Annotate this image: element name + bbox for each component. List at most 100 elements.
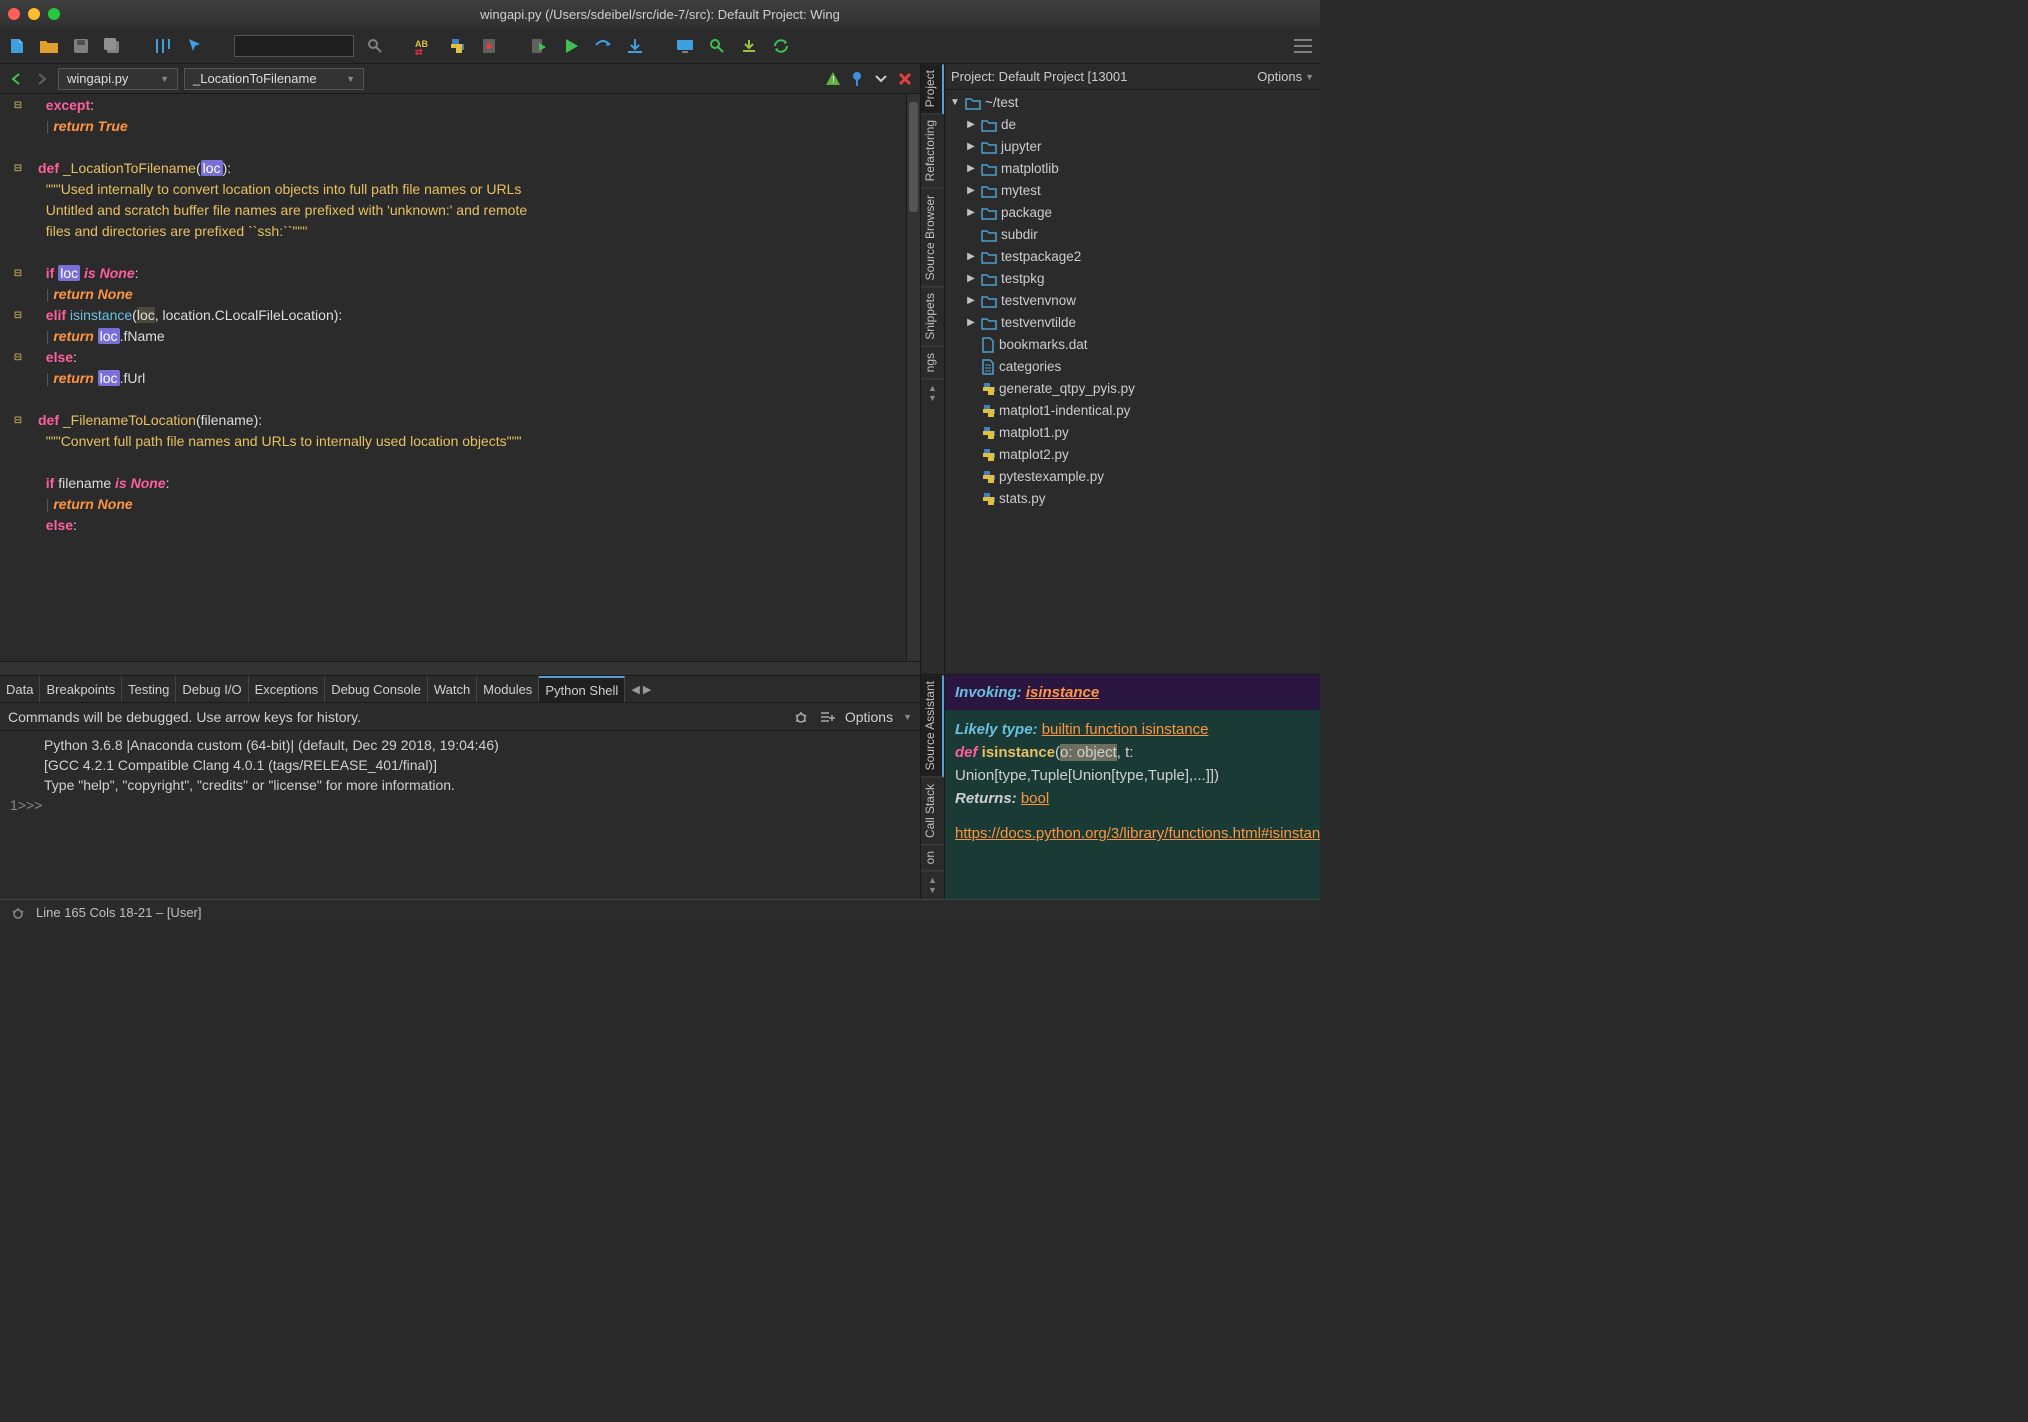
python-icon[interactable] (446, 35, 468, 57)
open-folder-icon[interactable] (38, 35, 60, 57)
search-input[interactable] (234, 35, 354, 57)
disclosure-icon[interactable]: ▶ (965, 202, 977, 224)
shell-toolbar: Commands will be debugged. Use arrow key… (0, 703, 920, 731)
tree-item[interactable]: ▶matplotlib (949, 158, 1316, 180)
vtab-call-stack[interactable]: Call Stack (921, 778, 944, 845)
tree-item[interactable]: ▶ testpkg (949, 268, 1316, 290)
folder-icon (981, 140, 997, 154)
code-editor[interactable]: ⊟⊟⊟⊟⊟⊟ except: | return True def _Locati… (0, 94, 920, 661)
tree-item[interactable]: generate_qtpy_pyis.py (949, 378, 1316, 400)
tree-item[interactable]: bookmarks.dat (949, 334, 1316, 356)
assist-returns-link[interactable]: bool (1021, 790, 1049, 807)
warning-icon[interactable]: ! (824, 70, 842, 88)
editor-horizontal-scrollbar[interactable] (0, 661, 920, 675)
disclosure-icon[interactable]: ▶ (965, 268, 977, 290)
disclosure-icon[interactable]: ▶ (965, 290, 977, 312)
vtab-refactoring[interactable]: Refactoring (921, 114, 944, 188)
pin-icon[interactable] (848, 70, 866, 88)
vtab-snippets[interactable]: Snippets (921, 287, 944, 347)
nav-back-icon[interactable] (6, 69, 26, 89)
tab-breakpoints[interactable]: Breakpoints (40, 676, 122, 702)
tree-item[interactable]: ▶testvenvnow (949, 290, 1316, 312)
vtab-ngs[interactable]: ngs (921, 347, 944, 379)
tree-item[interactable]: ▶mytest (949, 180, 1316, 202)
tree-item[interactable]: ▶de (949, 114, 1316, 136)
statusbar-bug-icon[interactable] (10, 905, 26, 921)
debug-run-icon[interactable] (528, 35, 550, 57)
tab-modules[interactable]: Modules (477, 676, 539, 702)
vtab-project[interactable]: Project (921, 64, 944, 114)
disclosure-icon[interactable]: ▶ (965, 246, 977, 268)
fold-gutter[interactable]: ⊟⊟⊟⊟⊟⊟ (0, 94, 36, 661)
tree-item[interactable]: categories (949, 356, 1316, 378)
disclosure-icon[interactable]: ▶ (965, 136, 977, 158)
assist-doc-link-row: https://docs.python.org/3/library/functi… (955, 822, 1310, 845)
file-dropdown[interactable]: wingapi.py▼ (58, 68, 178, 90)
disclosure-icon[interactable]: ▶ (965, 312, 977, 334)
assist-doc-link[interactable]: https://docs.python.org/3/library/functi… (955, 825, 1320, 842)
disclosure-icon[interactable]: ▶ (965, 180, 977, 202)
shell-add-icon[interactable] (819, 709, 835, 725)
shell-options[interactable]: Options (845, 709, 893, 725)
tab-debug-i-o[interactable]: Debug I/O (176, 676, 248, 702)
disclosure-icon[interactable]: ▶ (965, 114, 977, 136)
run-icon[interactable] (560, 35, 582, 57)
tree-label: testpkg (1001, 268, 1045, 290)
tree-item[interactable]: matplot1-indentical.py (949, 400, 1316, 422)
tree-item[interactable]: ▶package (949, 202, 1316, 224)
save-all-icon[interactable] (102, 35, 124, 57)
vtab-source-browser[interactable]: Source Browser (921, 189, 944, 287)
tree-item[interactable]: ▶testvenvtilde (949, 312, 1316, 334)
menu-icon[interactable] (1292, 35, 1314, 57)
replace-icon[interactable]: AB⇄ (414, 35, 436, 57)
chevron-down-icon[interactable] (872, 70, 890, 88)
tree-item[interactable]: subdir (949, 224, 1316, 246)
tree-item[interactable]: ▶testpackage2 (949, 246, 1316, 268)
refresh-icon[interactable] (770, 35, 792, 57)
vtab-on[interactable]: on (921, 845, 944, 871)
step-into-icon[interactable] (624, 35, 646, 57)
new-file-icon[interactable] (6, 35, 28, 57)
editor-vertical-scrollbar[interactable] (906, 94, 920, 661)
tab-data[interactable]: Data (0, 676, 40, 702)
save-icon[interactable] (70, 35, 92, 57)
tree-item[interactable]: ▼~/test (949, 92, 1316, 114)
right-top-tabs: ProjectRefactoringSource BrowserSnippets… (921, 64, 945, 674)
tab-python-shell[interactable]: Python Shell (539, 676, 625, 702)
nav-forward-icon[interactable] (32, 69, 52, 89)
vtab-scroll[interactable]: ▲▼ (921, 871, 944, 899)
tree-item[interactable]: matplot2.py (949, 444, 1316, 466)
bug-icon[interactable] (793, 709, 809, 725)
search-icon[interactable] (364, 35, 386, 57)
code-content[interactable]: except: | return True def _LocationToFil… (36, 94, 906, 661)
tree-item[interactable]: matplot1.py (949, 422, 1316, 444)
symbol-dropdown[interactable]: _LocationToFilename▼ (184, 68, 364, 90)
python-shell[interactable]: 1>>> Python 3.6.8 |Anaconda custom (64-b… (0, 731, 920, 899)
file-icon (981, 337, 995, 353)
assist-invoking-link[interactable]: isinstance (1026, 684, 1099, 701)
step-over-icon[interactable] (592, 35, 614, 57)
bottom-tabs-scroll[interactable]: ◀ ▶ (625, 676, 657, 702)
vtab-scroll[interactable]: ▲▼ (921, 379, 944, 407)
project-tree[interactable]: ▼~/test▶de▶jupyter▶matplotlib▶mytest▶pac… (945, 90, 1320, 674)
search-project-icon[interactable] (706, 35, 728, 57)
cursor-icon[interactable] (184, 35, 206, 57)
assist-likely-link[interactable]: builtin function isinstance (1042, 721, 1209, 738)
tab-exceptions[interactable]: Exceptions (249, 676, 326, 702)
disclosure-icon[interactable]: ▶ (965, 158, 977, 180)
tree-item[interactable]: pytestexample.py (949, 466, 1316, 488)
close-icon[interactable] (896, 70, 914, 88)
assist-returns: Returns: bool (955, 787, 1310, 810)
download-icon[interactable] (738, 35, 760, 57)
tab-debug-console[interactable]: Debug Console (325, 676, 428, 702)
tab-testing[interactable]: Testing (122, 676, 176, 702)
indent-guide-icon[interactable] (152, 35, 174, 57)
tree-item[interactable]: stats.py (949, 488, 1316, 510)
debug-file-icon[interactable] (478, 35, 500, 57)
monitor-icon[interactable] (674, 35, 696, 57)
project-options[interactable]: Options (1257, 69, 1302, 84)
disclosure-icon[interactable]: ▼ (949, 92, 961, 114)
tree-item[interactable]: ▶jupyter (949, 136, 1316, 158)
tab-watch[interactable]: Watch (428, 676, 477, 702)
vtab-source-assistant[interactable]: Source Assistant (921, 675, 944, 777)
